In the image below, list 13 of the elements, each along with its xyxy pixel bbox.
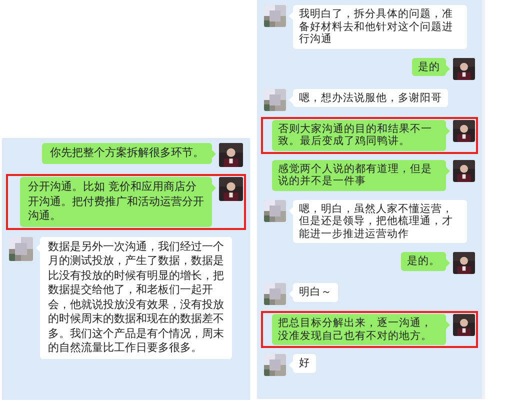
message-bubble: 是的	[412, 58, 446, 76]
message-bubble: 好	[293, 354, 316, 372]
message-bubble: 感觉两个人说的都有道理，但是说的并不是一件事	[272, 160, 446, 190]
message-bubble: 明白～	[293, 283, 338, 302]
message-bubble: 嗯，明白，虽然人家不懂运营，但是还是领导，把他梳理通，才能进一步推进运营动作	[293, 200, 467, 243]
message-bubble: 是的。	[401, 252, 446, 270]
message-bubble: 把总目标分解出来，逐一沟通，没准发现自己也有不对的地方。	[272, 314, 446, 345]
message-bubble: 否则大家沟通的目的和结果不一致。最后变成了鸡同鸭讲。	[272, 120, 446, 150]
message-bubble: 分开沟通。比如 竞价和应用商店分开沟通。把付费推广和活动运营分开沟通。	[20, 177, 212, 226]
message-bubble: 嗯，想办法说服他，多谢阳哥	[293, 88, 448, 107]
message-bubble: 数据是另外一次沟通，我们经过一个月的测试投放，产生了数据，数据是比没有投放的时候有明显的增长，把数据提交给他了，和老板们一起开会，他就说投放没有效果，没有投放的时候周末的数据和现在的数据差不多。我们这个产品是有个情况，周末的自然流量比工作日要多很多。	[40, 236, 232, 358]
message-bubble: 你先把整个方案拆解很多环节。	[42, 143, 212, 164]
message-bubble: 我明白了，拆分具体的问题，准备好材料去和他针对这个问题进行沟通	[293, 5, 467, 48]
